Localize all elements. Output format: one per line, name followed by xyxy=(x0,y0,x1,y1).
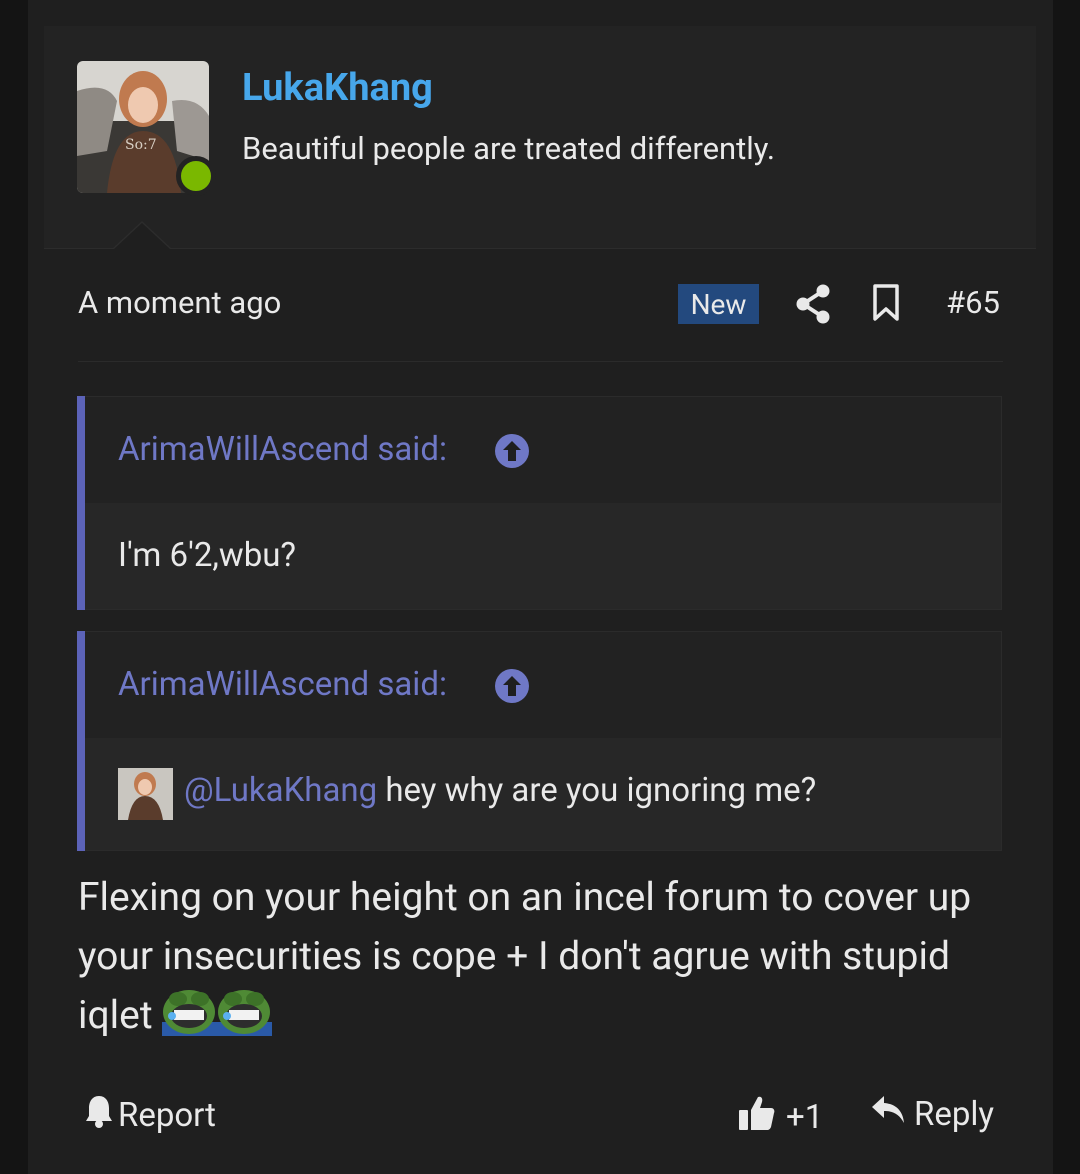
quote-text-content: hey why are you ignoring me? xyxy=(377,771,817,810)
post-number-link[interactable]: #65 xyxy=(946,284,1000,321)
like-button[interactable]: +1 xyxy=(738,1094,823,1141)
post-message: Flexing on your height on an incel forum… xyxy=(78,868,1008,1045)
quote-block: ArimaWillAscend said: I'm 6'2,wbu? xyxy=(77,396,1002,610)
quote-author-link[interactable]: ArimaWillAscend said: xyxy=(118,430,447,469)
online-status-dot xyxy=(176,156,216,196)
bookmark-icon[interactable] xyxy=(873,284,899,322)
quote-author-link[interactable]: ArimaWillAscend said: xyxy=(118,665,447,704)
quote-header: ArimaWillAscend said: xyxy=(85,631,1002,738)
report-label: Report xyxy=(118,1096,216,1135)
username-link[interactable]: LukaKhang xyxy=(242,66,433,110)
quote-block: ArimaWillAscend said: @LukaKhang hey why… xyxy=(77,631,1002,851)
post-container: So:7 LukaKhang Beautiful people are trea… xyxy=(28,0,1053,1174)
user-title: Beautiful people are treated differently… xyxy=(242,130,776,167)
mention-avatar xyxy=(118,768,173,820)
report-button[interactable]: Report xyxy=(84,1094,216,1137)
thumbs-up-icon xyxy=(738,1094,776,1141)
user-block: So:7 LukaKhang Beautiful people are trea… xyxy=(44,26,1036,249)
reply-label: Reply xyxy=(914,1095,995,1134)
user-block-caret-inner xyxy=(114,223,170,249)
user-mention-link[interactable]: @LukaKhang xyxy=(184,771,377,810)
quote-body: @LukaKhang hey why are you ignoring me? xyxy=(85,738,1002,851)
laughing-emoji xyxy=(162,986,218,1036)
reply-arrow-icon xyxy=(870,1094,906,1135)
share-icon[interactable] xyxy=(796,284,832,324)
quote-body: I'm 6'2,wbu? xyxy=(85,503,1002,610)
quote-text: I'm 6'2,wbu? xyxy=(118,536,297,575)
post-footer: Report +1 Reply xyxy=(78,1090,1003,1144)
reply-button[interactable]: Reply xyxy=(870,1094,994,1135)
quote-text: @LukaKhang hey why are you ignoring me? xyxy=(184,771,816,810)
like-count: +1 xyxy=(786,1098,824,1137)
svg-text:So:7: So:7 xyxy=(125,137,157,153)
quote-header: ArimaWillAscend said: xyxy=(85,396,1002,503)
bell-icon xyxy=(84,1094,114,1137)
meta-divider xyxy=(78,361,1003,362)
post-timestamp[interactable]: A moment ago xyxy=(78,284,281,321)
laughing-emoji xyxy=(217,986,273,1036)
jump-to-quote-icon[interactable] xyxy=(494,433,530,469)
post-meta-row: A moment ago New #65 xyxy=(78,272,1003,336)
jump-to-quote-icon[interactable] xyxy=(494,668,530,704)
new-badge: New xyxy=(678,284,759,324)
